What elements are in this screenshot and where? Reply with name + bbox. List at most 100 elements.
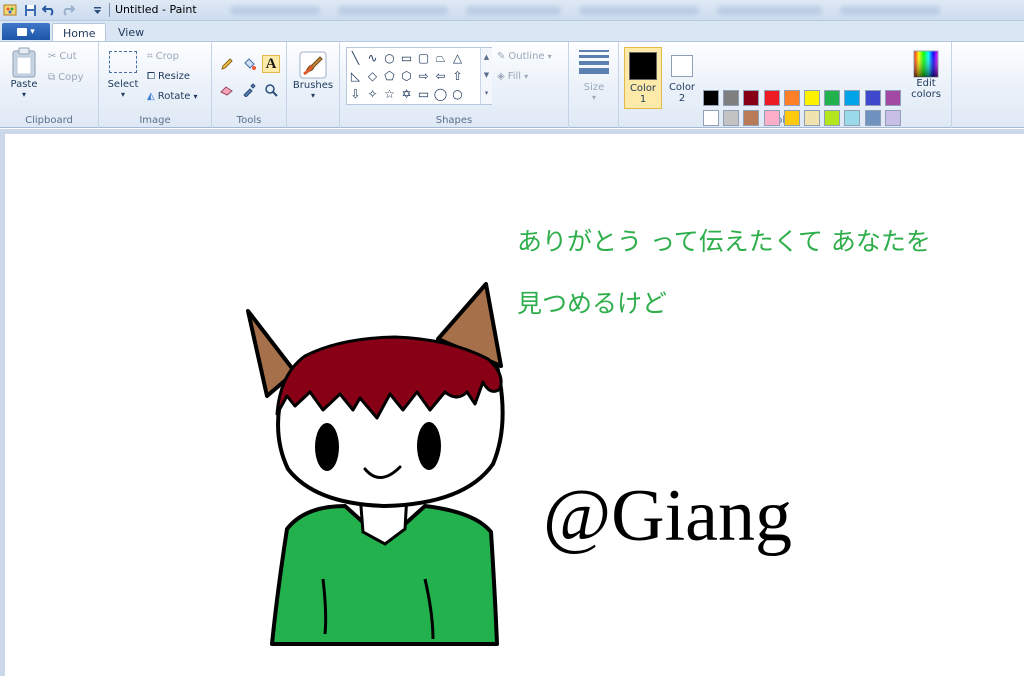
rectangle-shape-icon[interactable]: ▭	[399, 50, 414, 65]
rounded-rectangle-shape-icon[interactable]: ▢	[416, 50, 431, 65]
palette-swatch[interactable]	[884, 110, 901, 126]
down-arrow-shape-icon[interactable]: ⇩	[348, 86, 363, 101]
brushes-button[interactable]: Brushes ▾	[293, 50, 333, 100]
cut-button[interactable]: ✂ Cut	[48, 51, 77, 62]
color1-number: 1	[639, 94, 647, 105]
size-button[interactable]: Size ▾	[577, 50, 611, 102]
lyric-line-2: 見つめるけど	[517, 289, 668, 318]
oval-shape-icon[interactable]: ○	[382, 50, 397, 65]
six-point-star-shape-icon[interactable]: ✡	[399, 86, 414, 101]
color1-button[interactable]: Color 1	[624, 47, 662, 109]
palette-swatch[interactable]	[723, 110, 740, 126]
palette-swatch[interactable]	[723, 90, 740, 106]
tab-view[interactable]: View	[108, 23, 154, 42]
chevron-down-icon: ▾	[21, 90, 26, 99]
right-triangle-shape-icon[interactable]: ◺	[348, 68, 363, 83]
document-icon	[17, 27, 28, 36]
palette-swatch[interactable]	[884, 90, 901, 106]
drawing-canvas[interactable]: ありがとう って伝えたくて あなたを 見つめるけど @Giang	[5, 134, 1024, 676]
palette-swatch[interactable]	[824, 110, 841, 126]
clipboard-group: Paste ▾ ✂ Cut ⧉ Copy Clipboard	[0, 42, 99, 128]
eraser-icon[interactable]	[218, 81, 236, 99]
chevron-down-icon: ▾	[547, 52, 552, 61]
fill-bucket-icon[interactable]	[240, 55, 258, 73]
canvas-area[interactable]: ありがとう って伝えたくて あなたを 見つめるけど @Giang	[0, 129, 1024, 676]
hexagon-shape-icon[interactable]: ⬡	[399, 68, 414, 83]
cut-label: Cut	[59, 51, 77, 62]
palette-swatch[interactable]	[703, 90, 719, 106]
tab-home[interactable]: Home	[52, 23, 107, 43]
edit-colors-label-2: colors	[911, 89, 941, 100]
save-icon[interactable]	[22, 2, 38, 18]
palette-swatch[interactable]	[824, 90, 841, 106]
redo-icon[interactable]	[60, 2, 76, 18]
palette-swatch[interactable]	[804, 110, 820, 126]
palette-swatch[interactable]	[743, 90, 760, 106]
palette-swatch[interactable]	[804, 90, 820, 106]
outline-label: Outline	[508, 51, 545, 62]
palette-swatch[interactable]	[763, 90, 780, 106]
palette-swatch[interactable]	[743, 110, 760, 126]
color-picker-icon[interactable]	[240, 81, 258, 99]
paint-app-icon[interactable]	[2, 2, 18, 18]
fill-button[interactable]: ◈ Fill ▾	[497, 71, 528, 82]
copy-button[interactable]: ⧉ Copy	[48, 72, 84, 83]
shapes-gallery: ╲ ∿ ○ ▭ ▢ ⏢ △ ◺ ◇ ⬠ ⬡ ⇨ ⇦ ⇧ ⇩ ✧ ☆ ✡ ▭ ◯ …	[346, 47, 492, 105]
right-arrow-shape-icon[interactable]: ⇨	[416, 68, 431, 83]
cloud-callout-shape-icon[interactable]: ○	[450, 86, 465, 101]
shapes-scrollbar[interactable]: ▲ ▼ ▾	[480, 48, 492, 104]
chevron-down-icon: ▾	[193, 92, 198, 101]
five-point-star-shape-icon[interactable]: ☆	[382, 86, 397, 101]
rounded-callout-shape-icon[interactable]: ▭	[416, 86, 431, 101]
select-button[interactable]: Select ▾	[105, 51, 141, 99]
palette-swatch[interactable]	[864, 110, 881, 126]
paint-menu-button[interactable]: ▾	[2, 23, 50, 40]
pencil-icon[interactable]	[218, 55, 236, 73]
rotate-icon: ◭	[147, 91, 155, 102]
chevron-down-icon: ▾	[591, 93, 596, 102]
curve-shape-icon[interactable]: ∿	[365, 50, 380, 65]
crop-label: Crop	[155, 51, 179, 62]
paste-button[interactable]: Paste ▾	[6, 47, 42, 99]
lyric-line-1: ありがとう って伝えたくて あなたを	[517, 227, 931, 256]
crop-button[interactable]: ⌗ Crop	[147, 51, 179, 62]
palette-swatch[interactable]	[763, 110, 780, 126]
color2-button[interactable]: Color 2	[666, 47, 698, 109]
window-title: Untitled - Paint	[115, 3, 197, 16]
palette-swatch[interactable]	[844, 90, 861, 106]
undo-icon[interactable]	[41, 2, 57, 18]
scissors-icon: ✂	[48, 51, 57, 62]
four-point-star-shape-icon[interactable]: ✧	[365, 86, 380, 101]
background-window-tabs	[230, 4, 1010, 17]
left-arrow-shape-icon[interactable]: ⇦	[433, 68, 448, 83]
copy-label: Copy	[58, 72, 84, 83]
line-shape-icon[interactable]: ╲	[348, 50, 363, 65]
edit-colors-button[interactable]: Edit colors	[908, 50, 944, 100]
palette-swatch[interactable]	[783, 90, 800, 106]
color1-label: Color	[629, 83, 657, 94]
resize-button[interactable]: ⧠ Resize	[147, 71, 190, 82]
polygon-shape-icon[interactable]: ⏢	[433, 50, 448, 65]
palette-swatch[interactable]	[703, 110, 719, 126]
oval-callout-shape-icon[interactable]: ◯	[433, 86, 448, 101]
select-label: Select	[107, 79, 139, 90]
rotate-label: Rotate	[157, 91, 191, 102]
brushes-label: Brushes	[292, 80, 334, 91]
clipboard-icon	[12, 47, 36, 78]
palette-swatch[interactable]	[844, 110, 861, 126]
magnifier-icon[interactable]	[262, 81, 280, 99]
resize-icon: ⧠	[147, 71, 155, 82]
text-tool-icon[interactable]: A	[262, 55, 280, 73]
up-arrow-shape-icon[interactable]: ⇧	[450, 68, 465, 83]
ribbon: Paste ▾ ✂ Cut ⧉ Copy Clipboard Select ▾ …	[0, 41, 1024, 146]
rotate-button[interactable]: ◭ Rotate ▾	[147, 91, 197, 102]
diamond-shape-icon[interactable]: ◇	[365, 68, 380, 83]
outline-button[interactable]: ✎ Outline ▾	[497, 51, 552, 62]
chevron-down-icon: ▾	[120, 90, 125, 99]
triangle-shape-icon[interactable]: △	[450, 50, 465, 65]
pentagon-shape-icon[interactable]: ⬠	[382, 68, 397, 83]
palette-swatch[interactable]	[783, 110, 800, 126]
color-spectrum-icon	[913, 50, 939, 78]
customize-toolbar-icon[interactable]	[89, 2, 105, 18]
palette-swatch[interactable]	[864, 90, 881, 106]
